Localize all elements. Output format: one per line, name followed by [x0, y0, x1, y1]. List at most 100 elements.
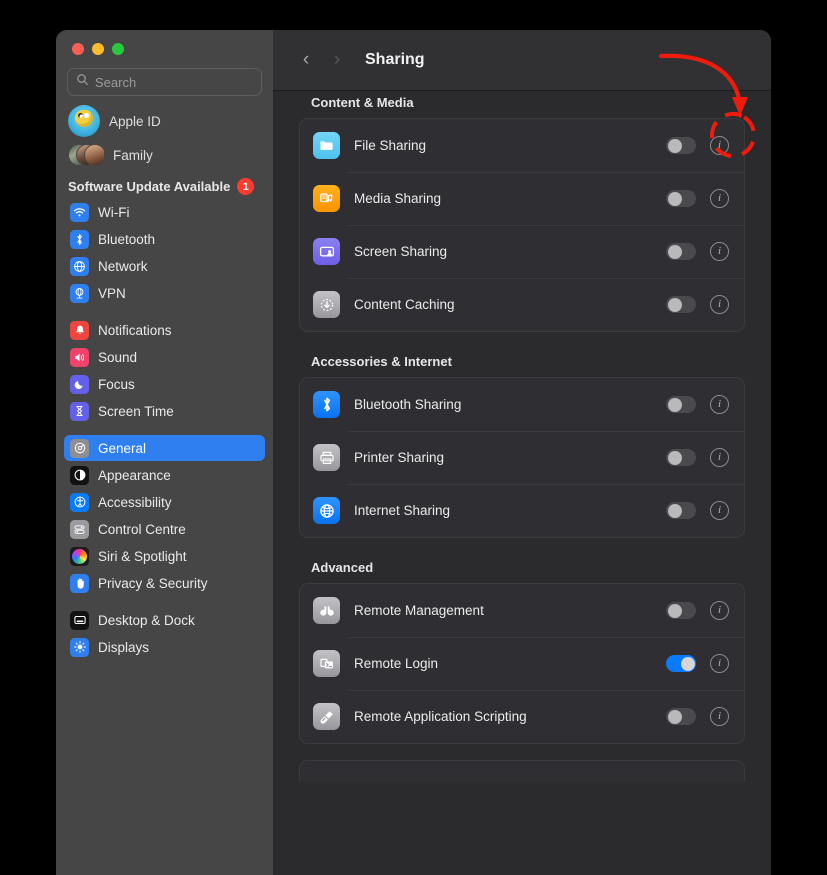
minimize-button[interactable]: [92, 43, 104, 55]
toggle-bluetooth-sharing[interactable]: [666, 396, 696, 413]
sidebar-label: Privacy & Security: [98, 575, 208, 591]
row-printer-sharing[interactable]: Printer Sharing i: [300, 431, 744, 484]
sidebar-item-siri-and-spotlight[interactable]: Siri & Spotlight: [64, 543, 265, 569]
update-badge: 1: [237, 178, 255, 195]
sidebar-item-wi-fi[interactable]: Wi-Fi: [64, 199, 265, 225]
sidebar-label: Appearance: [98, 467, 171, 483]
search-icon: [76, 73, 89, 91]
toggle-content-caching[interactable]: [666, 296, 696, 313]
sidebar-item-notifications[interactable]: Notifications: [64, 317, 265, 343]
group-content-media: File Sharing i Media Sharing i Screen Sh…: [299, 118, 745, 332]
forward-button[interactable]: ›: [324, 47, 350, 73]
toggle-remote-application-scripting[interactable]: [666, 708, 696, 725]
sidebar-item-bluetooth[interactable]: Bluetooth: [64, 226, 265, 252]
sidebar-item-apple-id[interactable]: Apple ID: [56, 104, 273, 138]
section-title-advanced: Advanced: [311, 560, 374, 575]
sidebar-item-accessibility[interactable]: Accessibility: [64, 489, 265, 515]
toggle-screen-sharing[interactable]: [666, 243, 696, 260]
row-label: Internet Sharing: [354, 503, 451, 518]
info-button-printer-sharing[interactable]: i: [710, 448, 729, 467]
row-content-caching[interactable]: Content Caching i: [300, 278, 744, 331]
sidebar-item-software-update[interactable]: Software Update Available 1: [56, 172, 273, 199]
hourglass-icon: [70, 401, 89, 421]
globe-icon: [313, 497, 340, 524]
info-button-remote-application-scripting[interactable]: i: [710, 707, 729, 726]
control-centre-icon: [70, 519, 89, 539]
info-button-file-sharing[interactable]: i: [710, 136, 729, 155]
sidebar-item-displays[interactable]: Displays: [64, 634, 265, 660]
row-label: Screen Sharing: [354, 244, 448, 259]
download-icon: [313, 291, 340, 318]
sidebar-item-appearance[interactable]: Appearance: [64, 462, 265, 488]
sidebar-label: Focus: [98, 376, 135, 392]
info-button-media-sharing[interactable]: i: [710, 189, 729, 208]
row-remote-management[interactable]: Remote Management i: [300, 584, 744, 637]
sidebar-item-vpn[interactable]: VPN: [64, 280, 265, 306]
screen-share-icon: [313, 238, 340, 265]
sidebar-label: Sound: [98, 349, 138, 365]
sidebar-item-sound[interactable]: Sound: [64, 344, 265, 370]
row-media-sharing[interactable]: Media Sharing i: [300, 172, 744, 225]
info-button-content-caching[interactable]: i: [710, 295, 729, 314]
toggle-printer-sharing[interactable]: [666, 449, 696, 466]
row-remote-login[interactable]: Remote Login i: [300, 637, 744, 690]
bell-icon: [70, 320, 89, 340]
software-update-label: Software Update Available: [68, 179, 231, 194]
sidebar-item-focus[interactable]: Focus: [64, 371, 265, 397]
moon-icon: [70, 374, 89, 394]
vpn-icon: [70, 283, 89, 303]
window-controls: [56, 30, 273, 68]
row-internet-sharing[interactable]: Internet Sharing i: [300, 484, 744, 537]
section-title-content-media: Content & Media: [311, 95, 414, 110]
toggle-remote-login[interactable]: [666, 655, 696, 672]
script-icon: [313, 703, 340, 730]
sidebar-label: Wi-Fi: [98, 204, 130, 220]
info-button-remote-management[interactable]: i: [710, 601, 729, 620]
sidebar-item-privacy-and-security[interactable]: Privacy & Security: [64, 570, 265, 596]
group-advanced: Remote Management i Remote Login i Remot…: [299, 583, 745, 744]
info-button-internet-sharing[interactable]: i: [710, 501, 729, 520]
media-icon: [313, 185, 340, 212]
sidebar-item-screen-time[interactable]: Screen Time: [64, 398, 265, 424]
apple-id-label: Apple ID: [109, 113, 161, 129]
sidebar-item-desktop-and-dock[interactable]: Desktop & Dock: [64, 607, 265, 633]
row-label: Content Caching: [354, 297, 455, 312]
content-pane: ‹ › Sharing Content & Media File Sharing…: [273, 30, 771, 875]
info-button-screen-sharing[interactable]: i: [710, 242, 729, 261]
toggle-media-sharing[interactable]: [666, 190, 696, 207]
sidebar-label: Control Centre: [98, 521, 186, 537]
toggle-remote-management[interactable]: [666, 602, 696, 619]
wifi-icon: [70, 202, 89, 222]
search-container: Search: [56, 68, 273, 96]
binoculars-icon: [313, 597, 340, 624]
info-button-remote-login[interactable]: i: [710, 654, 729, 673]
sidebar-item-control-centre[interactable]: Control Centre: [64, 516, 265, 542]
row-screen-sharing[interactable]: Screen Sharing i: [300, 225, 744, 278]
back-button[interactable]: ‹: [293, 47, 319, 73]
gear-icon: [70, 438, 89, 458]
sidebar-label: Siri & Spotlight: [98, 548, 187, 564]
search-placeholder: Search: [95, 74, 137, 90]
zoom-button[interactable]: [112, 43, 124, 55]
sidebar-item-network[interactable]: Network: [64, 253, 265, 279]
sidebar-item-family[interactable]: Family: [56, 138, 273, 172]
row-bluetooth-sharing[interactable]: Bluetooth Sharing i: [300, 378, 744, 431]
section-title-accessories-internet: Accessories & Internet: [311, 354, 452, 369]
row-file-sharing[interactable]: File Sharing i: [300, 119, 744, 172]
close-button[interactable]: [72, 43, 84, 55]
row-remote-application-scripting[interactable]: Remote Application Scripting i: [300, 690, 744, 743]
toggle-file-sharing[interactable]: [666, 137, 696, 154]
toggle-internet-sharing[interactable]: [666, 502, 696, 519]
sidebar-divider: [64, 597, 265, 607]
sidebar-label: Bluetooth: [98, 231, 156, 247]
system-settings-window: Search Apple ID Family Software Update A…: [56, 30, 771, 875]
sidebar-label: Notifications: [98, 322, 172, 338]
row-label: File Sharing: [354, 138, 427, 153]
sidebar-nav: Wi-Fi Bluetooth Network VPN Notification…: [56, 199, 273, 875]
desktop-dock-icon: [70, 610, 89, 630]
search-input[interactable]: Search: [67, 68, 262, 96]
siri-icon: [70, 546, 89, 566]
sidebar-item-general[interactable]: General: [64, 435, 265, 461]
settings-scroll-area[interactable]: Content & Media File Sharing i Media Sha…: [273, 91, 771, 875]
info-button-bluetooth-sharing[interactable]: i: [710, 395, 729, 414]
